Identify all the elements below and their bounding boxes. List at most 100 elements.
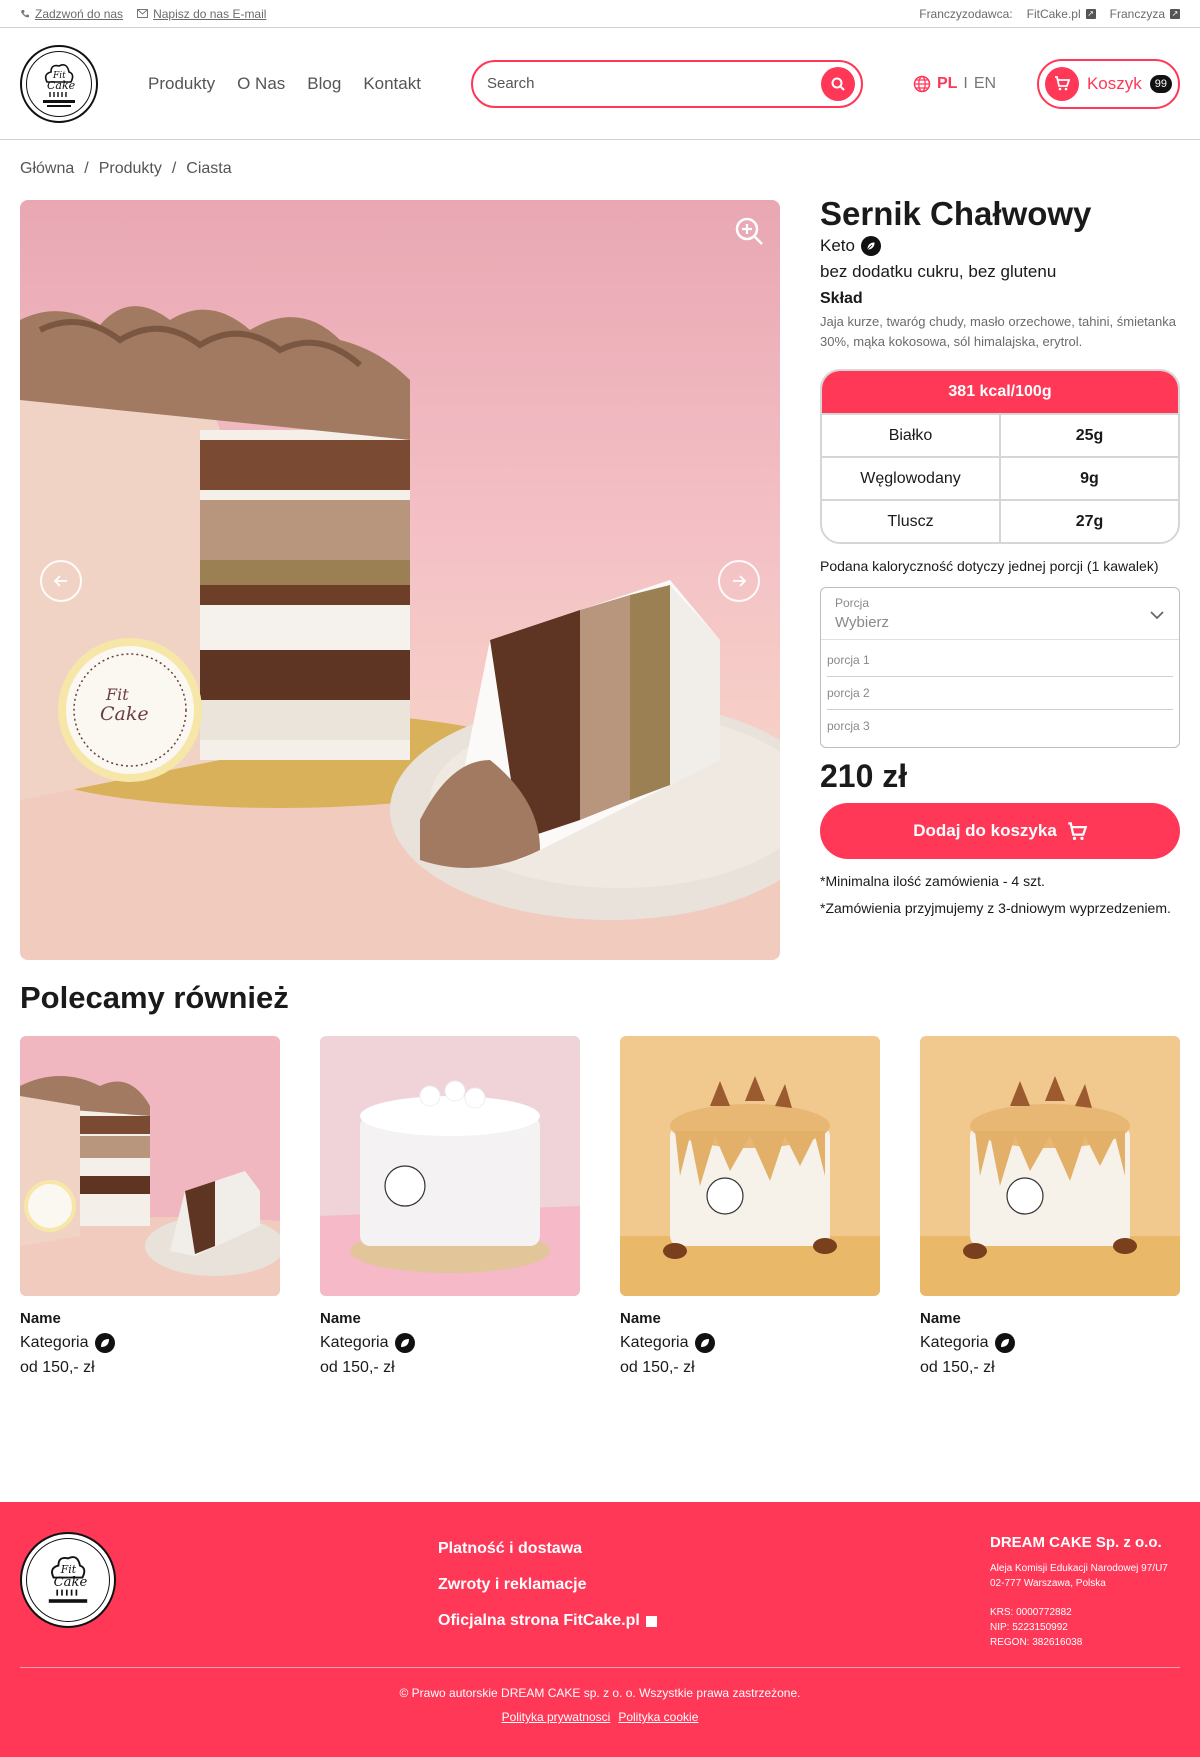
product-card[interactable]: Name Kategoria od 150,- zł [20, 1036, 280, 1377]
add-to-cart-button[interactable]: Dodaj do koszyka [820, 803, 1180, 860]
product-card-name: Name [620, 1310, 661, 1327]
product-card[interactable]: Name Kategoria od 150,- zł [920, 1036, 1180, 1377]
svg-text:Cake: Cake [47, 79, 76, 92]
portion-option[interactable]: porcja 1 [827, 644, 1173, 678]
footer-link-payment[interactable]: Platność i dostawa [438, 1540, 657, 1558]
globe-icon [913, 75, 931, 92]
product-price: 210 zł [820, 758, 908, 795]
product-card[interactable]: Name Kategoria od 150,- zł [620, 1036, 880, 1377]
product-photo: Fit Cake [20, 306, 780, 960]
kcal-note: Podana kaloryczność dotyczy jednej porcj… [820, 558, 1159, 575]
nav-item-about[interactable]: O Nas [237, 74, 285, 94]
nutrition-value: 27g [999, 501, 1178, 543]
site-header: Fit Cake Produkty O Nas Blog Kontakt PL … [0, 28, 1200, 140]
external-link-icon [645, 1615, 657, 1627]
nutrition-table: 381 kcal/100g Białko 25g Węglowodany 9g … [820, 369, 1180, 545]
cart-count-badge: 99 [1149, 74, 1172, 93]
product-card[interactable]: Name Kategoria od 150,- zł [320, 1036, 580, 1377]
franchisor-label: Franczyzodawca: [919, 6, 1013, 21]
company-address-line: 02-777 Warszawa, Polska [990, 1577, 1106, 1589]
product-card-category-label: Kategoria [920, 1334, 989, 1351]
nutrition-kcal-header: 381 kcal/100g [822, 371, 1178, 414]
product-card-image [20, 1036, 280, 1296]
call-link-label: Zadzwoń do nas [35, 6, 124, 21]
main-nav: Produkty O Nas Blog Kontakt [148, 74, 421, 94]
chevron-down-icon [1150, 611, 1164, 620]
footer-logo[interactable]: Fit Cake [20, 1532, 116, 1628]
external-link-icon: ↗ [1085, 8, 1096, 19]
ingredients-heading: Skład [820, 289, 863, 307]
nav-item-products[interactable]: Produkty [148, 74, 215, 94]
cart-button[interactable]: Koszyk 99 [1036, 58, 1180, 109]
franchise-link[interactable]: Franczyza ↗ [1110, 7, 1180, 21]
leaf-icon [94, 1333, 115, 1353]
breadcrumb-cakes[interactable]: Ciasta [186, 160, 231, 200]
portion-option[interactable]: porcja 2 [827, 677, 1173, 711]
mail-icon [137, 9, 149, 18]
product-card-image [920, 1036, 1180, 1296]
product-card-category-label: Kategoria [20, 1334, 89, 1351]
company-krs: KRS: 0000772882 [990, 1606, 1072, 1618]
search-button[interactable] [820, 66, 855, 101]
recommended-title: Polecamy również [20, 980, 289, 1015]
footer-link-official[interactable]: Oficjalna strona FitCake.pl [438, 1612, 657, 1630]
product-card-category: Kategoria [920, 1333, 1180, 1353]
svg-text:Fit: Fit [60, 1563, 77, 1576]
company-regon: REGON: 382616038 [990, 1636, 1083, 1648]
footer-link-returns[interactable]: Zwroty i reklamacje [438, 1576, 657, 1594]
recommended-list: Name Kategoria od 150,- zł Name Kategori… [0, 1016, 1200, 1377]
order-advance-note: *Zamówienia przyjmujemy z 3-dniowym wypr… [820, 900, 1171, 917]
policy-links: Polityka prywatnosci Polityka cookie [0, 1710, 1200, 1724]
site-logo[interactable]: Fit Cake [20, 44, 98, 123]
top-bar: Zadzwoń do nas Napisz do nas E-mail Fran… [0, 0, 1200, 28]
cookie-policy-link[interactable]: Polityka cookie [618, 1710, 698, 1724]
company-name: DREAM CAKE Sp. z o.o. [990, 1534, 1162, 1551]
gallery-prev-button[interactable] [40, 560, 82, 602]
product-card-price: od 150,- zł [620, 1359, 695, 1376]
email-link[interactable]: Napisz do nas E-mail [137, 7, 266, 21]
nav-item-blog[interactable]: Blog [307, 74, 341, 94]
product-gallery[interactable]: Fit Cake [20, 200, 780, 960]
company-address-line: Aleja Komisji Edukacji Narodowej 97/U7 [990, 1562, 1168, 1574]
product-card-price: od 150,- zł [920, 1359, 995, 1376]
footer-links: Platność i dostawa Zwroty i reklamacje O… [438, 1540, 657, 1667]
cart-label: Koszyk [1086, 73, 1142, 93]
breadcrumb-home[interactable]: Główna [20, 160, 74, 200]
product-card-category: Kategoria [620, 1333, 880, 1353]
arrow-left-icon [53, 575, 67, 587]
nav-item-contact[interactable]: Kontakt [363, 74, 421, 94]
min-order-note: *Minimalna ilość zamówienia - 4 szt. [820, 873, 1045, 890]
phone-icon [21, 9, 29, 17]
search-bar [470, 59, 863, 108]
breadcrumb-separator: / [171, 160, 177, 177]
portion-select: Porcja Wybierz porcja 1 porcja 2 porcja … [820, 587, 1180, 749]
nutrition-label: Białko [888, 426, 933, 444]
leaf-icon [994, 1333, 1015, 1353]
lang-en[interactable]: EN [974, 75, 996, 93]
search-input[interactable] [486, 75, 821, 92]
zoom-in-icon[interactable] [734, 216, 764, 246]
cart-icon [1068, 821, 1087, 840]
arrow-right-icon [733, 575, 747, 587]
privacy-policy-link[interactable]: Polityka prywatnosci [502, 1710, 611, 1724]
lang-pl[interactable]: PL [937, 75, 957, 93]
diet-label: Keto [820, 235, 855, 255]
breadcrumb-separator: / [84, 160, 89, 177]
product-card-image [620, 1036, 880, 1296]
footer-link-official-label: Oficjalna strona FitCake.pl [438, 1612, 640, 1629]
portion-select-label: Porcja [835, 596, 870, 611]
portion-select-trigger[interactable]: Porcja Wybierz [821, 588, 1179, 641]
portion-options: porcja 1 porcja 2 porcja 3 [821, 640, 1179, 747]
language-switcher: PL I EN [913, 75, 996, 93]
gallery-next-button[interactable] [718, 560, 760, 602]
leaf-icon [860, 235, 881, 256]
franchisor-link[interactable]: FitCake.pl ↗ [1027, 7, 1096, 21]
nutrition-row: Białko 25g [822, 413, 1178, 457]
call-link[interactable]: Zadzwoń do nas [20, 7, 123, 21]
nutrition-value: 25g [999, 415, 1178, 457]
product-card-category-label: Kategoria [620, 1334, 689, 1351]
portion-option[interactable]: porcja 3 [827, 710, 1173, 743]
product-card-category-label: Kategoria [320, 1334, 389, 1351]
company-info: DREAM CAKE Sp. z o.o. Aleja Komisji Eduk… [990, 1532, 1180, 1667]
breadcrumb-products[interactable]: Produkty [99, 160, 162, 200]
